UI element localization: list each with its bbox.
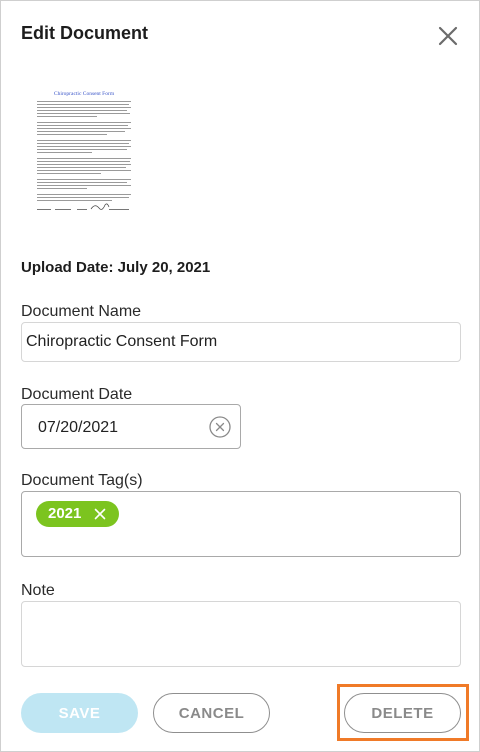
document-date-field[interactable]: [21, 404, 241, 449]
close-button[interactable]: [435, 23, 461, 49]
document-date-label: Document Date: [21, 386, 133, 403]
dialog-title: Edit Document: [21, 23, 149, 43]
delete-button[interactable]: DELETE: [344, 693, 461, 733]
document-tags-label: Document Tag(s): [21, 472, 143, 489]
document-name-input[interactable]: [21, 322, 461, 362]
tag-chip: 2021: [36, 501, 119, 527]
note-input[interactable]: [21, 601, 461, 667]
save-button[interactable]: SAVE: [21, 693, 138, 733]
clear-circle-icon: [209, 416, 231, 438]
tag-remove-button[interactable]: [92, 506, 108, 522]
upload-date: Upload Date: July 20, 2021: [21, 259, 211, 276]
tag-remove-icon: [94, 508, 106, 520]
edit-document-dialog: Edit Document Chiropractic Consent Form: [0, 0, 480, 752]
thumbnail-heading: Chiropractic Consent Form: [54, 91, 115, 97]
tag-chip-label: 2021: [48, 505, 82, 522]
document-name-label: Document Name: [21, 303, 142, 320]
document-thumbnail[interactable]: Chiropractic Consent Form: [31, 83, 137, 217]
note-label: Note: [21, 582, 55, 599]
document-date-input[interactable]: [36, 416, 200, 440]
clear-date-button[interactable]: [209, 416, 231, 438]
cancel-button[interactable]: CANCEL: [153, 693, 270, 733]
close-icon: [438, 26, 458, 46]
document-tags-field[interactable]: 2021: [21, 491, 461, 557]
